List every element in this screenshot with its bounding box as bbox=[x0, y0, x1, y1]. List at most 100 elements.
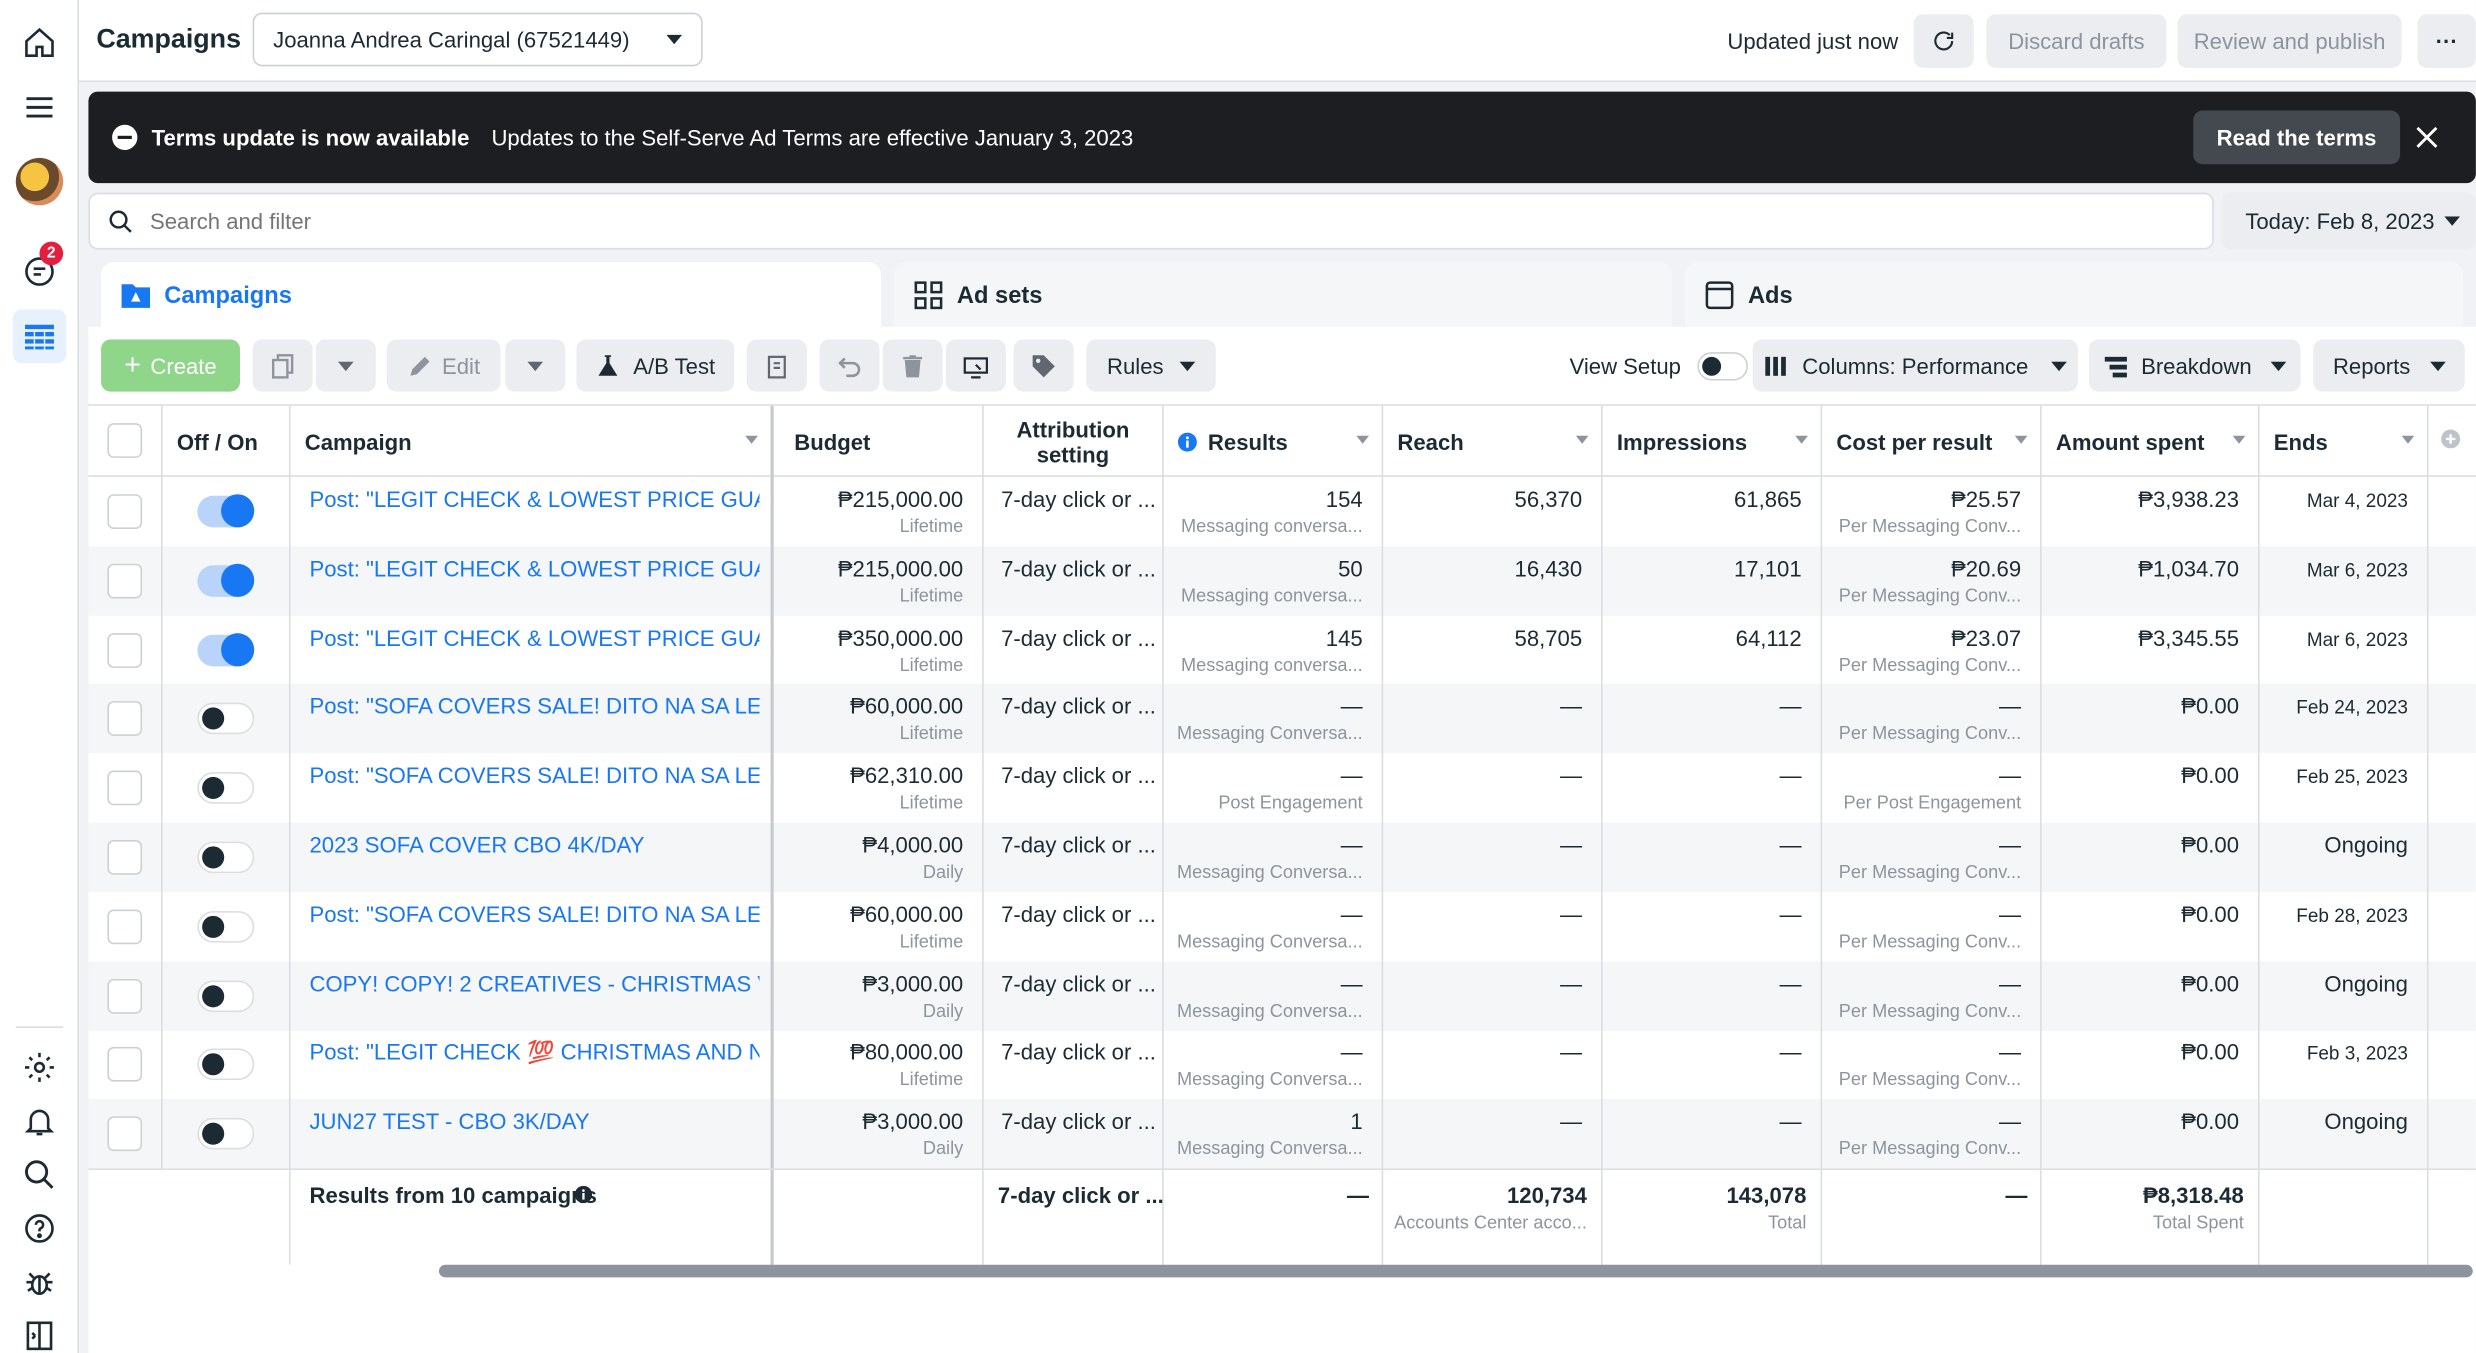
menu-icon[interactable] bbox=[13, 81, 67, 135]
table-row[interactable]: Post: "SOFA COVERS SALE! DITO NA SA LEGI… bbox=[88, 891, 2475, 962]
cpr-value: — bbox=[1999, 693, 2022, 720]
panel-toggle-icon[interactable] bbox=[13, 1309, 67, 1353]
col-campaign[interactable]: Campaign bbox=[291, 405, 774, 477]
campaign-name-link[interactable]: 2023 SOFA COVER CBO 4K/DAY bbox=[309, 832, 644, 857]
notifications-icon[interactable]: 2 bbox=[13, 241, 67, 299]
table-row[interactable]: Post: "SOFA COVERS SALE! DITO NA SA LEGI… bbox=[88, 684, 2476, 754]
col-impressions[interactable]: Impressions bbox=[1603, 405, 1823, 477]
campaign-name-link[interactable]: Post: "SOFA COVERS SALE! DITO NA SA LEGI… bbox=[309, 901, 759, 926]
search-input[interactable] bbox=[150, 208, 2045, 234]
row-checkbox[interactable] bbox=[107, 1047, 143, 1083]
campaign-name-link[interactable]: Post: "LEGIT CHECK 💯 CHRISTMAS AND NE... bbox=[309, 1040, 759, 1067]
tab-ads[interactable]: Ads bbox=[1684, 262, 2464, 329]
edit-menu-button[interactable] bbox=[505, 339, 566, 392]
col-ends[interactable]: Ends bbox=[2260, 405, 2429, 477]
delete-button[interactable] bbox=[882, 339, 943, 392]
campaign-name-link[interactable]: Post: "LEGIT CHECK & LOWEST PRICE GUAR..… bbox=[309, 486, 759, 511]
campaign-toggle[interactable] bbox=[197, 979, 255, 1012]
account-select[interactable]: Joanna Andrea Caringal (67521449) bbox=[252, 12, 703, 67]
breakdown-button[interactable]: Breakdown bbox=[2089, 339, 2301, 392]
col-offon[interactable]: Off / On bbox=[163, 405, 291, 477]
row-checkbox[interactable] bbox=[107, 978, 143, 1014]
tab-campaigns[interactable]: Campaigns bbox=[101, 262, 882, 329]
row-checkbox[interactable] bbox=[107, 909, 143, 944]
bell-icon[interactable] bbox=[13, 1094, 67, 1148]
reports-button[interactable]: Reports bbox=[2313, 339, 2465, 392]
table-row[interactable]: JUN27 TEST - CBO 3K/DAY ₱3,000.00 Daily 7… bbox=[88, 1099, 2476, 1169]
table-row[interactable]: COPY! COPY! 2 CREATIVES - CHRISTMAS VS .… bbox=[88, 960, 2476, 1031]
avatar[interactable] bbox=[13, 155, 67, 209]
campaign-name-link[interactable]: Post: "LEGIT CHECK & LOWEST PRICE GUAR..… bbox=[309, 625, 759, 650]
duplicate-menu-button[interactable] bbox=[315, 339, 376, 392]
preview-button[interactable] bbox=[945, 339, 1006, 392]
tab-ad-sets[interactable]: Ad sets bbox=[893, 262, 1673, 329]
campaign-name-link[interactable]: Post: "SOFA COVERS SALE! DITO NA SA LEGI… bbox=[309, 694, 759, 719]
rules-button[interactable]: Rules bbox=[1086, 339, 1216, 392]
campaign-name-link[interactable]: JUN27 TEST - CBO 3K/DAY bbox=[309, 1109, 589, 1134]
col-cost-per-result[interactable]: Cost per result bbox=[1822, 405, 2042, 477]
row-checkbox[interactable] bbox=[107, 632, 143, 668]
review-publish-button[interactable]: Review and publish bbox=[2177, 14, 2402, 68]
tag-button[interactable] bbox=[1013, 339, 1074, 392]
help-icon[interactable] bbox=[13, 1202, 67, 1256]
clipboard-button[interactable] bbox=[746, 339, 807, 392]
view-setup-switch[interactable] bbox=[1696, 352, 1748, 381]
gear-icon[interactable] bbox=[13, 1041, 67, 1095]
undo-button[interactable] bbox=[819, 339, 880, 392]
row-checkbox[interactable] bbox=[107, 494, 143, 529]
row-checkbox[interactable] bbox=[107, 563, 143, 599]
create-button[interactable]: + Create bbox=[101, 339, 241, 392]
campaign-toggle[interactable] bbox=[197, 703, 255, 735]
close-icon[interactable] bbox=[2413, 123, 2441, 151]
campaign-toggle[interactable] bbox=[197, 563, 255, 597]
col-results[interactable]: Results bbox=[1164, 405, 1384, 477]
discard-drafts-button[interactable]: Discard drafts bbox=[1986, 14, 2167, 68]
table-header: Off / On Campaign Budget Attribution set… bbox=[88, 404, 2476, 477]
row-checkbox[interactable] bbox=[107, 770, 143, 806]
add-column-icon[interactable] bbox=[2441, 428, 2461, 456]
table-row[interactable]: Post: "LEGIT CHECK & LOWEST PRICE GUAR..… bbox=[88, 476, 2475, 547]
table-row[interactable]: Post: "LEGIT CHECK 💯 CHRISTMAS AND NE...… bbox=[88, 1030, 2475, 1100]
col-attribution[interactable]: Attribution setting bbox=[984, 405, 1164, 477]
ends-cell: Mar 6, 2023 bbox=[2260, 615, 2429, 685]
col-budget[interactable]: Budget bbox=[780, 405, 984, 477]
date-range-button[interactable]: Today: Feb 8, 2023 bbox=[2221, 192, 2476, 250]
campaign-toggle[interactable] bbox=[197, 1118, 255, 1150]
row-checkbox[interactable] bbox=[107, 840, 143, 875]
edit-button[interactable]: Edit bbox=[386, 339, 501, 392]
row-checkbox[interactable] bbox=[107, 701, 143, 737]
campaign-name-link[interactable]: Post: "SOFA COVERS SALE! DITO NA SA LEGI… bbox=[309, 763, 759, 788]
campaign-toggle[interactable] bbox=[197, 632, 255, 666]
campaign-name-link[interactable]: Post: "LEGIT CHECK & LOWEST PRICE GUAR..… bbox=[309, 555, 759, 580]
read-terms-button[interactable]: Read the terms bbox=[2192, 110, 2401, 165]
campaign-toggle[interactable] bbox=[197, 910, 255, 943]
table-row[interactable]: Post: "SOFA COVERS SALE! DITO NA SA LEGI… bbox=[88, 753, 2475, 823]
duplicate-button[interactable] bbox=[252, 339, 313, 392]
info-icon[interactable] bbox=[574, 1185, 593, 1204]
table-row[interactable]: Post: "LEGIT CHECK & LOWEST PRICE GUAR..… bbox=[88, 615, 2475, 685]
refresh-button[interactable] bbox=[1913, 14, 1974, 68]
ab-test-button[interactable]: A/B Test bbox=[576, 339, 735, 392]
campaign-toggle[interactable] bbox=[197, 494, 255, 528]
more-button[interactable]: ··· bbox=[2417, 14, 2476, 68]
horizontal-scrollbar[interactable] bbox=[438, 1264, 2473, 1278]
results-cell: — Messaging Conversa... bbox=[1164, 1030, 1384, 1100]
col-reach[interactable]: Reach bbox=[1383, 405, 1603, 477]
bug-icon[interactable] bbox=[13, 1255, 67, 1309]
campaign-toggle[interactable] bbox=[197, 841, 255, 874]
table-row[interactable]: Post: "LEGIT CHECK & LOWEST PRICE GUAR..… bbox=[88, 546, 2476, 616]
ends-value: Feb 3, 2023 bbox=[2306, 1042, 2408, 1065]
campaign-toggle[interactable] bbox=[197, 772, 255, 805]
view-setup-toggle[interactable]: View Setup bbox=[1570, 352, 1748, 381]
campaign-toggle[interactable] bbox=[197, 1049, 255, 1081]
ads-manager-table-icon[interactable] bbox=[12, 309, 67, 364]
search-icon[interactable] bbox=[13, 1148, 67, 1202]
columns-button[interactable]: Columns: Performance bbox=[1752, 339, 2078, 392]
campaign-name-link[interactable]: COPY! COPY! 2 CREATIVES - CHRISTMAS VS .… bbox=[309, 970, 759, 995]
table-row[interactable]: 2023 SOFA COVER CBO 4K/DAY ₱4,000.00 Dail… bbox=[88, 822, 2476, 893]
home-icon[interactable] bbox=[13, 16, 67, 70]
col-amount-spent[interactable]: Amount spent bbox=[2042, 405, 2260, 477]
row-checkbox[interactable] bbox=[107, 1116, 143, 1152]
select-all-checkbox[interactable] bbox=[107, 423, 143, 458]
budget-type: Daily bbox=[922, 1002, 964, 1021]
